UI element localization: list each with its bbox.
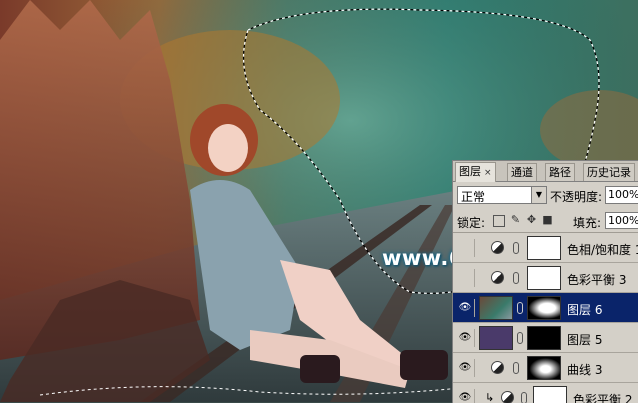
layer-mask-thumbnail[interactable] — [527, 326, 561, 350]
eye-icon[interactable]: 👁 — [456, 329, 475, 347]
panel-tabs: 图层 × 通道 路径 历史记录 — [453, 161, 638, 182]
adjustment-layer-icon — [491, 361, 504, 374]
layer-row[interactable]: 👁 图层 6 — [453, 293, 638, 323]
link-icon[interactable] — [513, 362, 519, 374]
layer-name: 曲线 3 — [567, 363, 603, 377]
opacity-label: 不透明度: — [550, 190, 603, 204]
layer-row[interactable]: 👁 图层 5 — [453, 323, 638, 353]
layer-row[interactable]: 👁 ↳ 色彩平衡 2 — [453, 383, 638, 403]
blend-mode-value: 正常 — [461, 190, 486, 204]
close-icon[interactable]: × — [484, 168, 492, 178]
visibility-toggle-icon[interactable] — [456, 239, 475, 257]
link-icon[interactable] — [513, 272, 519, 284]
fill-input[interactable]: 100% — [605, 212, 638, 229]
layer-mask-thumbnail[interactable] — [527, 236, 561, 260]
tab-history[interactable]: 历史记录 — [583, 163, 635, 181]
opacity-input[interactable]: 100% — [605, 186, 638, 204]
tab-channels[interactable]: 通道 — [507, 163, 537, 181]
lock-all-icon[interactable]: ■ — [541, 213, 554, 226]
lock-transparency-icon[interactable] — [493, 215, 505, 227]
tab-label: 路径 — [549, 166, 571, 179]
adjustment-layer-icon — [501, 391, 514, 403]
eye-icon[interactable]: 👁 — [456, 359, 475, 377]
eye-icon[interactable]: 👁 — [456, 389, 475, 403]
dropdown-arrow-icon[interactable]: ▼ — [531, 187, 546, 203]
fill-label: 填充: — [573, 216, 602, 230]
layer-thumbnail[interactable] — [479, 326, 513, 350]
link-icon[interactable] — [521, 392, 527, 403]
blend-opacity-row: 正常 ▼ 不透明度: 100% — [453, 183, 638, 207]
blend-mode-select[interactable]: 正常 ▼ — [457, 186, 547, 204]
tab-label: 通道 — [511, 166, 533, 179]
layer-name: 色彩平衡 3 — [567, 273, 627, 287]
lock-brush-icon[interactable]: ✎ — [509, 213, 522, 226]
layer-row[interactable]: 👁 曲线 3 — [453, 353, 638, 383]
layer-mask-thumbnail[interactable] — [527, 266, 561, 290]
adjustment-layer-icon — [491, 271, 504, 284]
clipping-arrow-icon: ↳ — [485, 391, 495, 403]
lock-move-icon[interactable]: ✥ — [525, 213, 538, 226]
layer-name: 图层 5 — [567, 333, 603, 347]
tab-label: 历史记录 — [587, 166, 631, 179]
lock-label: 锁定: — [457, 216, 486, 230]
layer-thumbnail[interactable] — [479, 296, 513, 320]
lock-fill-row: 锁定: ✎ ✥ ■ 填充: 100% — [453, 210, 638, 233]
eye-icon[interactable]: 👁 — [456, 299, 475, 317]
layers-panel: 图层 × 通道 路径 历史记录 正常 ▼ 不透明度: 100% 锁定: ✎ ✥ ■… — [452, 160, 638, 403]
layer-name: 图层 6 — [567, 303, 603, 317]
layer-mask-thumbnail[interactable] — [527, 296, 561, 320]
layer-name: 色相/饱和度 1 — [567, 243, 638, 257]
layer-mask-thumbnail[interactable] — [533, 386, 567, 403]
link-icon[interactable] — [513, 242, 519, 254]
layer-name: 色彩平衡 2 — [573, 393, 633, 403]
link-icon[interactable] — [517, 302, 523, 314]
visibility-toggle-icon[interactable] — [456, 269, 475, 287]
tab-paths[interactable]: 路径 — [545, 163, 575, 181]
tab-layers[interactable]: 图层 × — [455, 162, 496, 182]
layer-mask-thumbnail[interactable] — [527, 356, 561, 380]
layer-list: 色相/饱和度 1 色彩平衡 3 👁 图层 6 👁 图层 5 👁 曲线 3 👁 ↳… — [453, 233, 638, 403]
layer-row[interactable]: 色彩平衡 3 — [453, 263, 638, 293]
layer-row[interactable]: 色相/饱和度 1 — [453, 233, 638, 263]
tab-label: 图层 — [459, 165, 481, 178]
adjustment-layer-icon — [491, 241, 504, 254]
link-icon[interactable] — [517, 332, 523, 344]
